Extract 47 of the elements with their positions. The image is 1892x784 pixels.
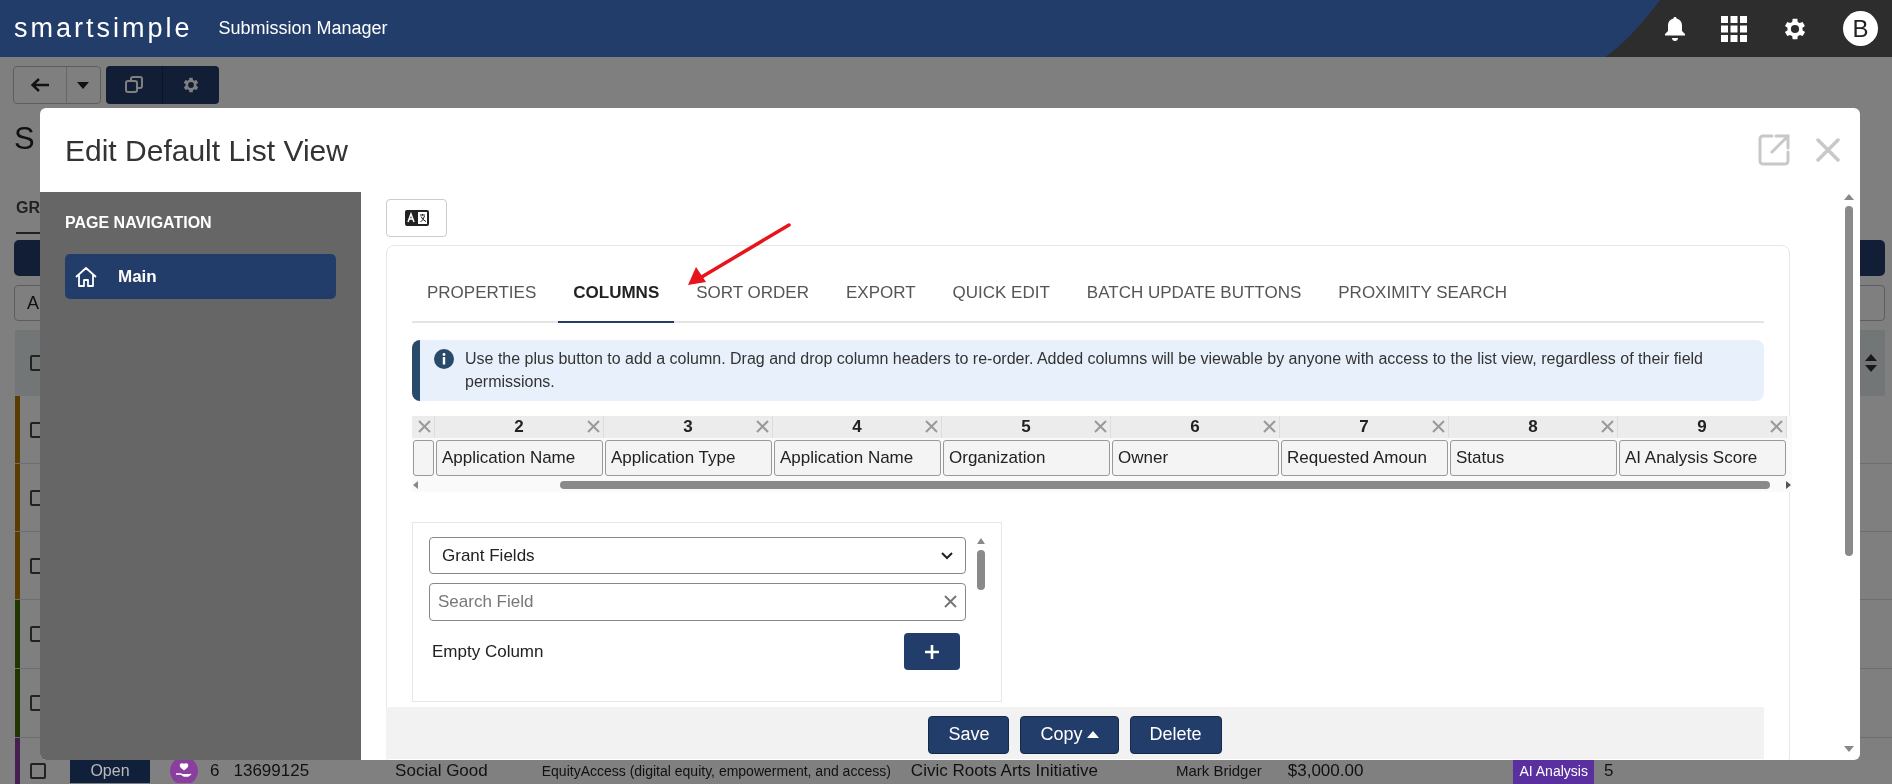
column-header[interactable]: AI Analysis Score (1619, 440, 1786, 476)
column-header[interactable]: Application Name (774, 440, 941, 476)
table-cell-text: 5 (1603, 760, 1614, 783)
page-title: S (14, 121, 35, 156)
table-cell-text: Mark Bridger (1175, 760, 1262, 781)
table-cell-text: Civic Roots Arts Initiative (910, 760, 1098, 783)
column-number: 3 (683, 416, 693, 439)
column-header[interactable]: Status (1450, 440, 1617, 476)
tab[interactable]: SORT ORDER (681, 270, 824, 323)
tab[interactable]: PROXIMITY SEARCH (1323, 270, 1523, 323)
footer-button[interactable]: Copy (1020, 715, 1119, 754)
table-cell-text: 6 (210, 760, 220, 783)
dialog-title: Edit Default List View (65, 132, 348, 169)
nav-item[interactable]: Main (65, 254, 336, 299)
column-number: 2 (514, 416, 524, 439)
tab[interactable]: PROPERTIES (412, 270, 552, 323)
info-text: Use the plus button to add a column. Drag and drop column headers to re-order. Added columns will be viewable by anyone with access to the list view, regardless of their field permissions. (465, 349, 1704, 392)
column-header[interactable]: Owner (1112, 440, 1279, 476)
status-badge[interactable]: Open (70, 759, 150, 783)
table-cell-text: EquityAccess (digital equity, empowerment, and access) (541, 761, 891, 781)
column-number: 5 (1021, 416, 1031, 439)
nav-heading: PAGE NAVIGATION (65, 213, 213, 233)
column-number: 9 (1697, 416, 1707, 439)
ai-analysis-badge[interactable]: AI Analysis (1513, 758, 1594, 784)
user-avatar[interactable]: B (1843, 11, 1878, 46)
column-number: 7 (1359, 416, 1369, 439)
table-cell-text: $3,000.00 (1287, 760, 1364, 783)
field-item-label: Empty Column (432, 641, 544, 663)
footer-button[interactable]: Save (928, 715, 1010, 754)
column-header[interactable]: Requested Amoun (1281, 440, 1448, 476)
table-cell-text: Social Good (395, 760, 488, 783)
app-title: Submission Manager (218, 17, 388, 40)
tab[interactable]: COLUMNS (558, 270, 675, 323)
logo[interactable]: smartsimple (14, 8, 193, 49)
tab[interactable]: QUICK EDIT (937, 270, 1065, 323)
tab[interactable]: EXPORT (830, 270, 931, 323)
column-number: 4 (852, 416, 862, 439)
tab[interactable]: BATCH UPDATE BUTTONS (1071, 270, 1317, 323)
column-header[interactable]: Application Type (605, 440, 772, 476)
table-cell-text: 13699125 (233, 760, 310, 783)
search-field[interactable]: Search Field (429, 583, 966, 621)
column-number: 6 (1190, 416, 1200, 439)
column-header[interactable]: Organization (943, 440, 1110, 476)
field-group-select[interactable]: Grant Fields (429, 537, 966, 574)
column-header[interactable]: Application Name (436, 440, 603, 476)
column-number: 8 (1528, 416, 1538, 439)
footer-button[interactable]: Delete (1129, 715, 1222, 754)
